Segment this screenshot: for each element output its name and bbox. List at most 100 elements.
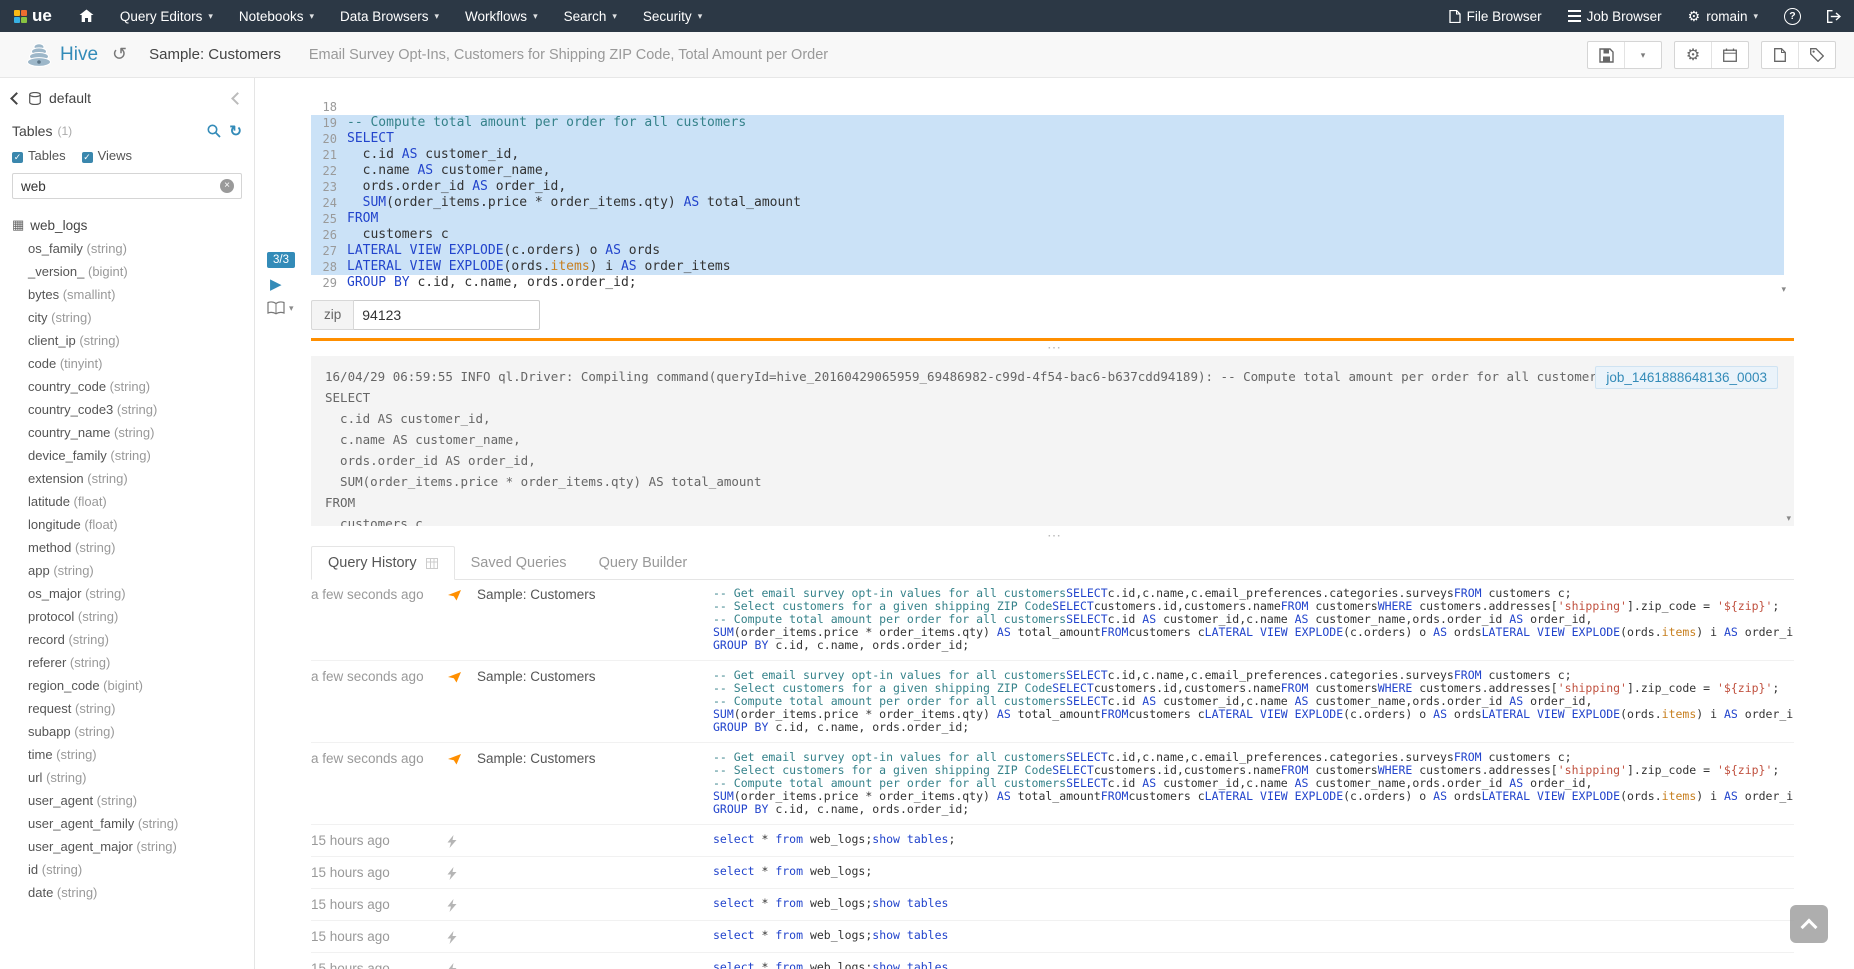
history-row[interactable]: 15 hours ago select * from web_logs;show… bbox=[311, 921, 1794, 953]
editor-line[interactable]: 22 c.name AS customer_name, bbox=[311, 163, 1784, 179]
column-item[interactable]: user_agent (string) bbox=[28, 789, 254, 812]
settings-button[interactable]: ⚙ bbox=[1675, 42, 1711, 68]
history-row[interactable]: 15 hours ago select * from web_logs; bbox=[311, 857, 1794, 889]
table-icon: ▦ bbox=[12, 217, 24, 233]
collapse-assist-icon[interactable] bbox=[231, 92, 244, 105]
column-item[interactable]: _version_ (bigint) bbox=[28, 260, 254, 283]
column-item[interactable]: region_code (bigint) bbox=[28, 674, 254, 697]
editor-line[interactable]: 23 ords.order_id AS order_id, bbox=[311, 179, 1784, 195]
column-item[interactable]: os_family (string) bbox=[28, 237, 254, 260]
column-item[interactable]: url (string) bbox=[28, 766, 254, 789]
app-switcher[interactable]: Hive bbox=[0, 43, 98, 67]
tab-saved-queries[interactable]: Saved Queries bbox=[455, 546, 583, 579]
variable-value-input[interactable] bbox=[354, 300, 540, 330]
column-item[interactable]: client_ip (string) bbox=[28, 329, 254, 352]
menu-security[interactable]: Security▾ bbox=[630, 0, 715, 32]
back-arrow-icon[interactable] bbox=[10, 92, 23, 105]
column-item[interactable]: country_code (string) bbox=[28, 375, 254, 398]
editor-line[interactable]: 26 customers c bbox=[311, 227, 1784, 243]
column-item[interactable]: extension (string) bbox=[28, 467, 254, 490]
column-item[interactable]: bytes (smallint) bbox=[28, 283, 254, 306]
column-item[interactable]: app (string) bbox=[28, 559, 254, 582]
column-item[interactable]: referer (string) bbox=[28, 651, 254, 674]
execute-button[interactable]: ▶ bbox=[270, 277, 282, 292]
column-item[interactable]: longitude (float) bbox=[28, 513, 254, 536]
editor-line[interactable]: 21 c.id AS customer_id, bbox=[311, 147, 1784, 163]
editor-line[interactable]: 24 SUM(order_items.price * order_items.q… bbox=[311, 195, 1784, 211]
editor-line[interactable]: 28LATERAL VIEW EXPLODE(ords.items) i AS … bbox=[311, 259, 1784, 275]
hue-query-editor-app: ue Query Editors▾Notebooks▾Data Browsers… bbox=[0, 0, 1854, 969]
column-item[interactable]: os_major (string) bbox=[28, 582, 254, 605]
hue-logo[interactable]: ue bbox=[0, 0, 66, 32]
editor-line[interactable]: 18 bbox=[311, 99, 1784, 115]
logout-button[interactable] bbox=[1814, 0, 1854, 32]
column-item[interactable]: subapp (string) bbox=[28, 720, 254, 743]
refresh-icon[interactable]: ↻ bbox=[229, 122, 242, 140]
save-dropdown-button[interactable]: ▾ bbox=[1624, 42, 1661, 68]
menu-data-browsers[interactable]: Data Browsers▾ bbox=[327, 0, 452, 32]
editor-line[interactable]: 20SELECT bbox=[311, 131, 1784, 147]
navbar-right: File Browser Job Browser ⚙ romain ▾ ? bbox=[1436, 0, 1854, 32]
column-item[interactable]: latitude (float) bbox=[28, 490, 254, 513]
docs-dropdown-button[interactable]: ▾ bbox=[267, 301, 294, 315]
user-menu[interactable]: ⚙ romain ▾ bbox=[1675, 0, 1771, 32]
column-item[interactable]: record (string) bbox=[28, 628, 254, 651]
sql-line: SUM(order_items.price * order_items.qty)… bbox=[713, 708, 1794, 721]
code-editor[interactable]: ▾ 1819-- Compute total amount per order … bbox=[311, 99, 1784, 291]
editor-scroll-down-icon[interactable]: ▾ bbox=[1781, 284, 1786, 295]
history-row[interactable]: 15 hours ago select * from web_logs;show… bbox=[311, 889, 1794, 921]
file-browser-button[interactable]: File Browser bbox=[1436, 0, 1555, 32]
menu-query-editors[interactable]: Query Editors▾ bbox=[107, 0, 226, 32]
menu-workflows[interactable]: Workflows▾ bbox=[452, 0, 551, 32]
help-button[interactable]: ? bbox=[1771, 0, 1814, 32]
query-title: Sample: Customers bbox=[149, 46, 281, 63]
column-item[interactable]: id (string) bbox=[28, 858, 254, 881]
history-row[interactable]: a few seconds ago Sample: Customers-- Ge… bbox=[311, 661, 1794, 743]
search-icon[interactable] bbox=[207, 124, 221, 138]
schedule-button[interactable] bbox=[1711, 42, 1748, 68]
column-item[interactable]: code (tinyint) bbox=[28, 352, 254, 375]
history-row[interactable]: a few seconds ago Sample: Customers-- Ge… bbox=[311, 579, 1794, 661]
tag-button[interactable] bbox=[1798, 42, 1835, 68]
history-row[interactable]: 15 hours ago select * from web_logs;show… bbox=[311, 953, 1794, 969]
editor-line[interactable]: 25FROM bbox=[311, 211, 1784, 227]
column-item[interactable]: date (string) bbox=[28, 881, 254, 904]
scroll-to-top-button[interactable] bbox=[1790, 905, 1828, 943]
column-item[interactable]: request (string) bbox=[28, 697, 254, 720]
editor-line[interactable]: 27LATERAL VIEW EXPLODE(c.orders) o AS or… bbox=[311, 243, 1784, 259]
column-item[interactable]: user_agent_major (string) bbox=[28, 835, 254, 858]
job-browser-label: Job Browser bbox=[1587, 9, 1662, 24]
column-item[interactable]: protocol (string) bbox=[28, 605, 254, 628]
column-type: (string) bbox=[81, 586, 125, 601]
column-item[interactable]: device_family (string) bbox=[28, 444, 254, 467]
column-item[interactable]: city (string) bbox=[28, 306, 254, 329]
new-query-button[interactable] bbox=[1762, 42, 1798, 68]
table-entry-web-logs[interactable]: ▦ web_logs bbox=[0, 205, 254, 237]
menu-notebooks[interactable]: Notebooks▾ bbox=[226, 0, 327, 32]
column-item[interactable]: method (string) bbox=[28, 536, 254, 559]
filter-tables-checkbox[interactable]: ✓Tables bbox=[12, 148, 66, 163]
clear-search-icon[interactable]: × bbox=[220, 179, 234, 193]
menu-search[interactable]: Search▾ bbox=[551, 0, 630, 32]
filter-views-checkbox[interactable]: ✓Views bbox=[82, 148, 132, 163]
column-item[interactable]: user_agent_family (string) bbox=[28, 812, 254, 835]
query-history-icon[interactable]: ↺ bbox=[112, 44, 127, 65]
tab-query-history[interactable]: Query History bbox=[311, 546, 455, 580]
column-item[interactable]: country_name (string) bbox=[28, 421, 254, 444]
tab-query-builder[interactable]: Query Builder bbox=[583, 546, 704, 579]
home-button[interactable] bbox=[66, 0, 107, 32]
database-name[interactable]: default bbox=[49, 90, 91, 106]
job-link[interactable]: job_1461888648136_0003 bbox=[1595, 366, 1778, 389]
history-row[interactable]: 15 hours ago select * from web_logs;show… bbox=[311, 825, 1794, 857]
history-row[interactable]: a few seconds ago Sample: Customers-- Ge… bbox=[311, 743, 1794, 825]
column-item[interactable]: time (string) bbox=[28, 743, 254, 766]
resize-handle[interactable]: ⋯ bbox=[255, 342, 1854, 354]
editor-line[interactable]: 29GROUP BY c.id, c.name, ords.order_id; bbox=[311, 275, 1784, 291]
job-browser-button[interactable]: Job Browser bbox=[1555, 0, 1675, 32]
log-scroll-down-icon[interactable]: ▾ bbox=[1786, 513, 1791, 524]
column-item[interactable]: country_code3 (string) bbox=[28, 398, 254, 421]
table-search-input[interactable] bbox=[12, 173, 242, 199]
resize-handle[interactable]: ⋯ bbox=[255, 530, 1854, 542]
save-button[interactable] bbox=[1588, 42, 1624, 68]
editor-line[interactable]: 19-- Compute total amount per order for … bbox=[311, 115, 1784, 131]
